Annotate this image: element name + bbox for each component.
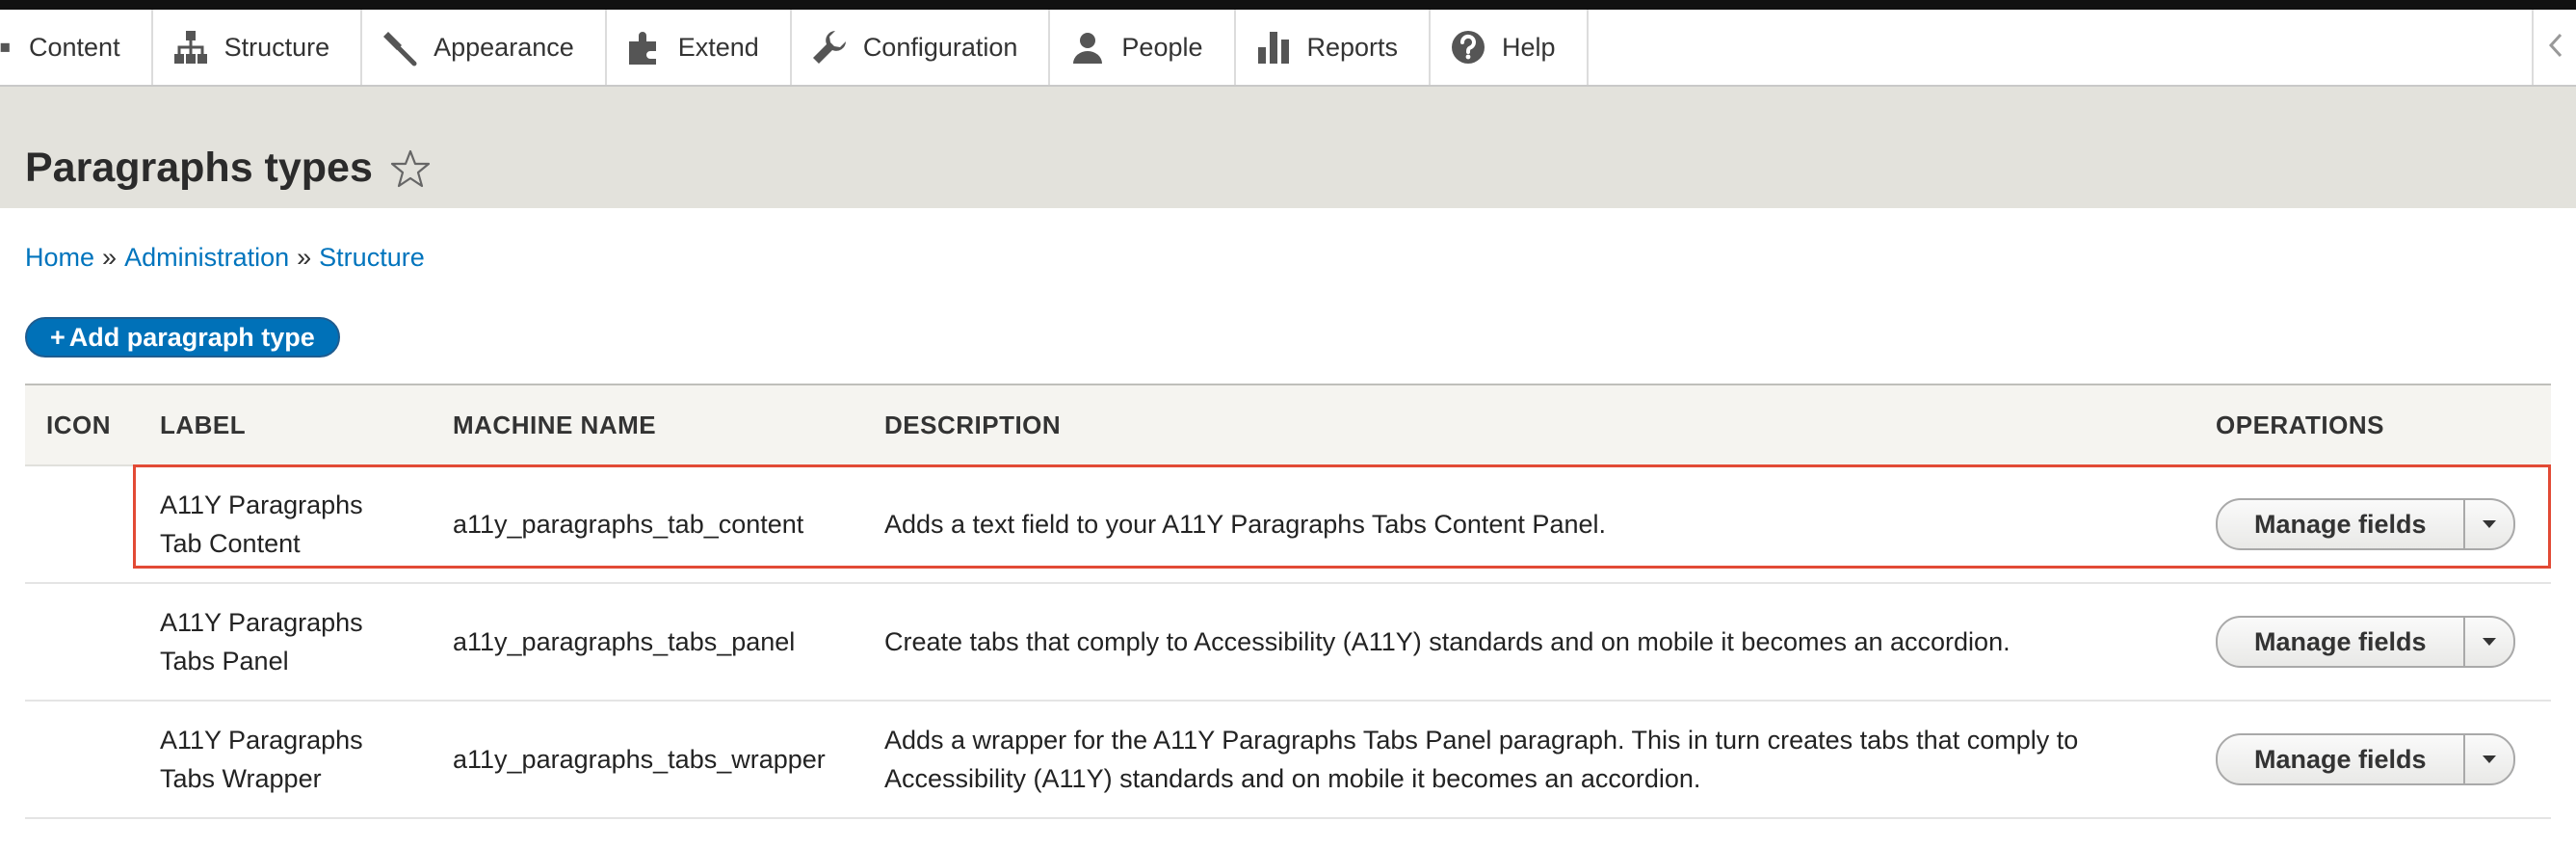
table-row: A11Y Paragraphs Tab Content a11y_paragrap…	[25, 465, 2551, 584]
operations-toggle-button[interactable]	[2462, 618, 2513, 666]
breadcrumb-administration[interactable]: Administration	[124, 243, 289, 272]
column-header-label[interactable]: LABEL	[139, 384, 432, 466]
row-description: Create tabs that comply to Accessibility…	[863, 583, 2195, 702]
toolbar-item-structure[interactable]: Structure	[153, 10, 363, 85]
structure-icon	[171, 27, 211, 67]
plus-icon: +	[50, 323, 66, 352]
toolbar-item-appearance[interactable]: Appearance	[362, 10, 607, 85]
help-icon	[1448, 27, 1488, 67]
manage-fields-button[interactable]: Manage fields	[2218, 618, 2463, 666]
people-icon	[1067, 27, 1108, 67]
row-label-cell: A11Y Paragraphs Tab Content	[139, 465, 432, 584]
reports-icon	[1253, 27, 1294, 67]
row-operations-cell: Manage fields	[2195, 583, 2551, 702]
toolbar-item-label: Help	[1502, 32, 1556, 62]
toolbar-item-extend[interactable]: Extend	[607, 10, 792, 85]
operations-toggle-button[interactable]	[2462, 500, 2513, 548]
manage-fields-button[interactable]: Manage fields	[2218, 735, 2463, 783]
breadcrumb-home[interactable]: Home	[25, 243, 94, 272]
row-machine-name: a11y_paragraphs_tab_content	[432, 465, 863, 584]
extend-icon	[624, 27, 665, 67]
page-title: Paragraphs types	[25, 145, 373, 191]
breadcrumb-separator: »	[297, 243, 312, 272]
add-paragraph-type-button[interactable]: + Add paragraph type	[25, 317, 340, 358]
wrench-icon	[809, 27, 850, 67]
toolbar-item-content[interactable]: Content	[0, 10, 153, 85]
operations-toggle-button[interactable]	[2462, 735, 2513, 783]
row-icon-cell	[25, 583, 139, 702]
breadcrumb-separator: »	[102, 243, 118, 272]
table-row: A11Y Paragraphs Tabs Panel a11y_paragraph…	[25, 583, 2551, 702]
row-label-line2: Tabs Wrapper	[160, 764, 322, 793]
table-header-row: ICON LABEL MACHINE NAME DESCRIPTION OPER…	[25, 384, 2551, 466]
page-title-wrapper: Paragraphs types	[25, 145, 431, 192]
row-operations-cell: Manage fields	[2195, 701, 2551, 819]
toolbar-item-label: People	[1121, 32, 1203, 62]
breadcrumb-structure[interactable]: Structure	[319, 243, 425, 272]
row-machine-name: a11y_paragraphs_tabs_wrapper	[432, 701, 863, 819]
row-operations-cell: Manage fields	[2195, 465, 2551, 584]
operations-dropbutton: Manage fields	[2216, 498, 2515, 550]
row-label-line2: Tabs Panel	[160, 647, 289, 676]
collapse-arrow-icon	[2545, 31, 2564, 65]
row-description: Adds a wrapper for the A11Y Paragraphs T…	[863, 701, 2195, 819]
row-label-cell: A11Y Paragraphs Tabs Panel	[139, 583, 432, 702]
toolbar-item-configuration[interactable]: Configuration	[792, 10, 1051, 85]
chevron-down-icon	[2482, 635, 2497, 649]
column-header-description: DESCRIPTION	[863, 384, 2195, 466]
toolbar-item-label: Reports	[1306, 32, 1399, 62]
toolbar-item-reports[interactable]: Reports	[1236, 10, 1432, 85]
chevron-down-icon	[2482, 753, 2497, 767]
chevron-down-icon	[2482, 517, 2497, 532]
toolbar-item-label: Content	[29, 32, 120, 62]
column-header-icon: ICON	[25, 384, 139, 466]
toolbar-item-label: Configuration	[862, 32, 1018, 62]
page-header: Paragraphs types	[0, 87, 2576, 208]
toolbar-item-label: Appearance	[434, 32, 574, 62]
add-paragraph-type-label: Add paragraph type	[68, 323, 315, 352]
admin-top-bar	[0, 0, 2576, 10]
row-description-line2: Accessibility (A11Y) standards and on mo…	[884, 764, 1701, 793]
content-icon	[0, 27, 13, 67]
operations-dropbutton: Manage fields	[2216, 616, 2515, 668]
toolbar-item-label: Extend	[677, 32, 759, 62]
table-row: A11Y Paragraphs Tabs Wrapper a11y_paragra…	[25, 701, 2551, 819]
column-header-operations: OPERATIONS	[2195, 384, 2551, 466]
appearance-icon	[380, 27, 420, 67]
toolbar-orientation-toggle[interactable]	[2532, 10, 2576, 85]
row-label-cell: A11Y Paragraphs Tabs Wrapper	[139, 701, 432, 819]
admin-toolbar: Content Structure Appearance Extend Conf…	[0, 10, 2576, 87]
row-label-line1: A11Y Paragraphs	[160, 726, 363, 755]
toolbar-item-people[interactable]: People	[1050, 10, 1236, 85]
operations-dropbutton: Manage fields	[2216, 733, 2515, 785]
row-label-line1: A11Y Paragraphs	[160, 608, 363, 637]
manage-fields-button[interactable]: Manage fields	[2218, 500, 2463, 548]
toolbar-item-label: Structure	[223, 32, 330, 62]
star-icon[interactable]	[390, 148, 431, 189]
row-description-line1: Adds a wrapper for the A11Y Paragraphs T…	[884, 726, 2079, 755]
paragraph-types-table: ICON LABEL MACHINE NAME DESCRIPTION OPER…	[25, 384, 2551, 819]
breadcrumb: Home» Administration» Structure	[25, 243, 425, 273]
row-icon-cell	[25, 465, 139, 584]
row-description: Adds a text field to your A11Y Paragraph…	[863, 465, 2195, 584]
row-label-line2: Tab Content	[160, 529, 301, 558]
row-label-line1: A11Y Paragraphs	[160, 490, 363, 519]
toolbar-item-help[interactable]: Help	[1431, 10, 1589, 85]
row-icon-cell	[25, 701, 139, 819]
column-header-machine-name: MACHINE NAME	[432, 384, 863, 466]
row-machine-name: a11y_paragraphs_tabs_panel	[432, 583, 863, 702]
